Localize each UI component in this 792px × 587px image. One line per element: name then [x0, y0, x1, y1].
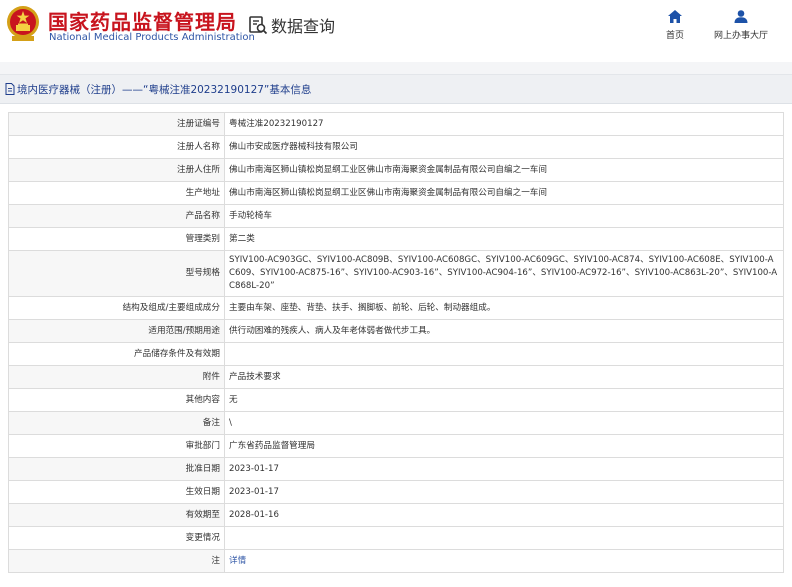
table-row: 产品储存条件及有效期	[8, 342, 784, 366]
data-query-link[interactable]: 数据查询	[248, 14, 335, 36]
table-row: 型号规格 SYIV100-AC903GC、SYIV100-AC809B、SYIV1…	[8, 250, 784, 297]
field-value: 产品技术要求	[224, 365, 784, 389]
brand-name-cn: 国家药品监督管理局	[48, 10, 237, 34]
table-row: 附件 产品技术要求	[8, 365, 784, 389]
field-value: 佛山市南海区狮山镇松岗显纲工业区佛山市南海聚资金属制品有限公司自编之一车间	[224, 181, 784, 205]
field-value: 供行动困难的残疾人、病人及年老体弱者做代步工具。	[224, 319, 784, 343]
registration-detail-table: 注册证编号 粤械注准20232190127 注册人名称 佛山市安成医疗器械科技有限公司…	[8, 112, 784, 573]
table-row: 产品名称 手动轮椅车	[8, 204, 784, 228]
document-search-icon	[249, 16, 268, 35]
field-value: 广东省药品监督管理局	[224, 434, 784, 458]
table-row: 审批部门 广东省药品监督管理局	[8, 434, 784, 458]
field-label: 管理类别	[8, 227, 225, 251]
field-value: 第二类	[224, 227, 784, 251]
field-label: 其他内容	[8, 388, 225, 412]
home-icon	[668, 10, 682, 23]
field-label: 附件	[8, 365, 225, 389]
field-label: 批准日期	[8, 457, 225, 481]
table-row: 注册人住所 佛山市南海区狮山镇松岗显纲工业区佛山市南海聚资金属制品有限公司自编之一…	[8, 158, 784, 182]
table-row: 适用范围/预期用途 供行动困难的残疾人、病人及年老体弱者做代步工具。	[8, 319, 784, 343]
details-link[interactable]: 详情	[229, 556, 246, 566]
field-value-cell: 详情	[224, 549, 784, 573]
nav-home[interactable]: 首页	[640, 10, 710, 41]
nav-home-label: 首页	[665, 31, 684, 41]
field-value: 粤械注准20232190127	[224, 112, 784, 136]
field-label: 产品名称	[8, 204, 225, 228]
table-row: 生效日期 2023-01-17	[8, 480, 784, 504]
brand-name-en: National Medical Products Administration	[49, 32, 255, 43]
detail-table-body: 注册证编号 粤械注准20232190127 注册人名称 佛山市安成医疗器械科技有限公司…	[8, 112, 784, 573]
table-row: 批准日期 2023-01-17	[8, 457, 784, 481]
field-value: 无	[224, 388, 784, 412]
table-row: 变更情况	[8, 526, 784, 550]
field-label: 产品储存条件及有效期	[8, 342, 225, 366]
field-label: 备注	[8, 411, 225, 435]
field-label: 结构及组成/主要组成成分	[8, 296, 225, 320]
table-row: 结构及组成/主要组成成分 主要由车架、座垫、背垫、扶手、搁脚板、前轮、后轮、制动器…	[8, 296, 784, 320]
field-value: 佛山市南海区狮山镇松岗显纲工业区佛山市南海聚资金属制品有限公司自编之一车间	[224, 158, 784, 182]
table-row: 备注 \	[8, 411, 784, 435]
field-value: 主要由车架、座垫、背垫、扶手、搁脚板、前轮、后轮、制动器组成。	[224, 296, 784, 320]
table-row: 注册人名称 佛山市安成医疗器械科技有限公司	[8, 135, 784, 159]
nav-online-service-hall-label: 网上办事大厅	[713, 31, 768, 41]
field-label: 有效期至	[8, 503, 225, 527]
field-label: 注册证编号	[8, 112, 225, 136]
header-divider	[0, 62, 792, 74]
field-value: 2023-01-17	[224, 457, 784, 481]
field-value: 佛山市安成医疗器械科技有限公司	[224, 135, 784, 159]
field-value: \	[224, 411, 784, 435]
detail-title-bar: 境内医疗器械（注册）——“粤械注准20232190127”基本信息	[0, 74, 792, 104]
field-value: 2028-01-16	[224, 503, 784, 527]
field-value: SYIV100-AC903GC、SYIV100-AC809B、SYIV100-A…	[224, 250, 784, 297]
field-label: 注	[8, 549, 225, 573]
data-query-label: 数据查询	[271, 17, 336, 36]
nav-online-service-hall[interactable]: 网上办事大厅	[706, 10, 776, 41]
field-label: 审批部门	[8, 434, 225, 458]
table-row: 注详情	[8, 549, 784, 573]
field-label: 生效日期	[8, 480, 225, 504]
document-icon	[5, 83, 15, 95]
field-value	[224, 342, 784, 366]
table-row: 其他内容无	[8, 388, 784, 412]
field-label: 生产地址	[8, 181, 225, 205]
detail-table-container: 注册证编号 粤械注准20232190127 注册人名称 佛山市安成医疗器械科技有限公司…	[0, 104, 792, 573]
table-row: 生产地址 佛山市南海区狮山镇松岗显纲工业区佛山市南海聚资金属制品有限公司自编之一车…	[8, 181, 784, 205]
table-row: 有效期至 2028-01-16	[8, 503, 784, 527]
field-value: 2023-01-17	[224, 480, 784, 504]
page-title: 境内医疗器械（注册）——“粤械注准20232190127”基本信息	[17, 83, 312, 96]
field-label: 注册人住所	[8, 158, 225, 182]
table-row: 管理类别 第二类	[8, 227, 784, 251]
user-icon	[734, 10, 748, 23]
field-label: 注册人名称	[8, 135, 225, 159]
site-header: 国家药品监督管理局 National Medical Products Admi…	[0, 0, 792, 62]
table-row: 注册证编号 粤械注准20232190127	[8, 112, 784, 136]
field-label: 型号规格	[8, 250, 225, 297]
field-value	[224, 526, 784, 550]
field-label: 适用范围/预期用途	[8, 319, 225, 343]
field-label: 变更情况	[8, 526, 225, 550]
national-emblem-icon	[7, 6, 39, 41]
field-value: 手动轮椅车	[224, 204, 784, 228]
